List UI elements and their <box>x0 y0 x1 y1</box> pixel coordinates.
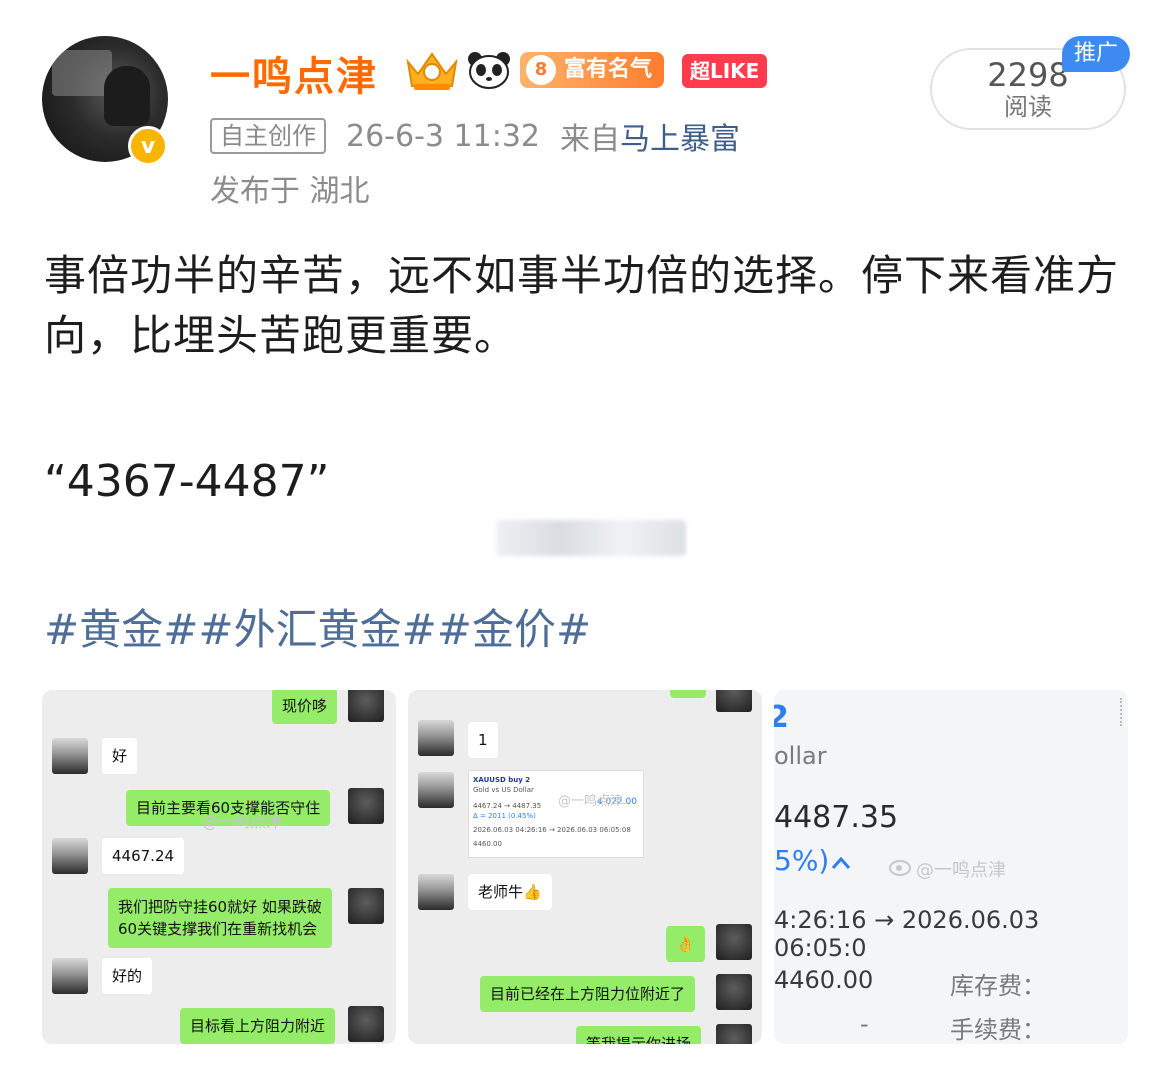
panda-icon[interactable] <box>466 50 512 90</box>
superlike-badge[interactable]: 超LIKE <box>682 54 768 88</box>
chat-avatar <box>52 738 88 774</box>
watermark: @一鸣点津 <box>202 812 283 831</box>
trade-screenshot: XAUUSD buy 2 Gold vs US Dollar 4467.24 →… <box>468 770 644 858</box>
source-link[interactable]: 马上暴富 <box>620 122 740 157</box>
chat-avatar <box>418 874 454 910</box>
watermark: @一鸣点津 <box>916 860 1006 881</box>
swap-label: 库存费： <box>950 972 1046 1000</box>
post-meta: 自主创作 26-6-3 11:32 来自马上暴富 <box>210 116 740 157</box>
chat-avatar <box>52 958 88 994</box>
commission-label: 手续费： <box>950 1016 1046 1044</box>
image-chat-1[interactable]: 现价哆 好 目前主要看60支撑能否守住 @一鸣点津 4467.24 我们把防守挂… <box>42 690 396 1044</box>
scroll-indicator <box>1120 698 1124 726</box>
chat-bubble: 目标看上方阻力附近 <box>180 1008 336 1044</box>
stop-loss: 4460.00 <box>774 966 874 994</box>
currency-tail: ollar <box>774 742 827 770</box>
chat-avatar <box>716 974 752 1010</box>
fame-level-badge[interactable]: 8 富有名气 <box>520 52 665 88</box>
chat-avatar <box>716 690 752 712</box>
chat-bubble: 我们把防守挂60就好 如果跌破 60关键支撑我们在重新找机会 <box>108 888 332 948</box>
avatar-window <box>52 50 112 96</box>
chat-bubble: 等我提示你进场 <box>576 1026 702 1044</box>
post-text: 事倍功半的辛苦，远不如事半功倍的选择。停下来看准方向，比埋头苦跑更重要。 <box>44 251 1120 360</box>
image-chat-2[interactable]: 1 XAUUSD buy 2 Gold vs US Dollar 4467.24… <box>408 690 762 1044</box>
image-grid: 现价哆 好 目前主要看60支撑能否守住 @一鸣点津 4467.24 我们把防守挂… <box>42 690 1128 1044</box>
dash-value: - <box>860 1010 869 1038</box>
author-name[interactable]: 一鸣点津 <box>210 44 378 102</box>
card-time: 2026.06.03 04:26:16 → 2026.06.03 06:05:0… <box>473 826 631 834</box>
blurred-text <box>496 520 686 556</box>
level-text: 富有名气 <box>564 57 653 82</box>
post-time: 26-6-3 11:32 <box>346 118 540 154</box>
chat-avatar <box>716 924 752 960</box>
chat-bubble: 好 <box>102 738 138 774</box>
chat-line: 60关键支撑我们在重新找机会 <box>118 920 318 938</box>
chat-bubble: 👌 <box>666 926 705 962</box>
close-price: 4487.35 <box>774 800 899 835</box>
promo-badge: 推广 <box>1062 36 1131 72</box>
level-number: 8 <box>526 55 556 85</box>
image-trade-detail[interactable]: 2 ollar 4487.35 5%) @一鸣点津 4:26:16 → 2026… <box>774 690 1128 1044</box>
card-change: Δ = 2011 (0.45%) <box>473 812 536 820</box>
chat-bubble: 现价哆 <box>272 690 338 724</box>
chat-bubble: 老师牛👍 <box>468 874 552 910</box>
chat-avatar <box>52 838 88 874</box>
original-tag: 自主创作 <box>210 118 326 154</box>
chat-bubble <box>670 690 706 698</box>
crown-badge-icon[interactable] <box>404 48 460 92</box>
hashtag-links[interactable]: #黄金##外汇黄金##金价# <box>44 596 591 657</box>
verified-icon: v <box>128 126 168 166</box>
read-label: 阅读 <box>1004 93 1052 121</box>
symbol-tail: 2 <box>774 700 789 735</box>
chat-bubble: 好的 <box>102 958 153 994</box>
chat-bubble: 目前已经在上方阻力位附近了 <box>480 976 696 1012</box>
chat-avatar <box>418 772 454 808</box>
avatar-person <box>104 66 150 126</box>
post-location: 发布于 湖北 <box>210 174 370 209</box>
chat-avatar <box>716 1024 752 1044</box>
post-header: v 一鸣点津 8 富有名气 超LIKE 自主创作 26-6-3 11:32 来自… <box>0 0 1170 220</box>
source-prefix: 来自 <box>560 122 620 157</box>
chat-bubble: 4467.24 <box>102 838 185 874</box>
post-quote: “4367-4487” <box>44 456 330 507</box>
trade-time: 4:26:16 → 2026.06.03 06:05:0 <box>774 906 1040 962</box>
chat-line: 我们把防守挂60就好 如果跌破 <box>118 898 322 916</box>
weibo-logo-icon <box>889 860 911 876</box>
chevron-up-icon <box>831 856 851 869</box>
chat-avatar <box>348 1006 384 1042</box>
change-percent: 5%) <box>774 844 830 877</box>
chat-avatar <box>418 720 454 756</box>
chat-avatar <box>348 690 384 722</box>
chat-bubble: 1 <box>468 722 498 758</box>
chat-avatar <box>348 888 384 924</box>
watermark: @一鸣点津 <box>558 794 624 809</box>
chat-avatar <box>348 788 384 824</box>
card-sl: 4460.00 <box>473 840 502 848</box>
card-title: XAUUSD buy 2 <box>473 776 531 784</box>
